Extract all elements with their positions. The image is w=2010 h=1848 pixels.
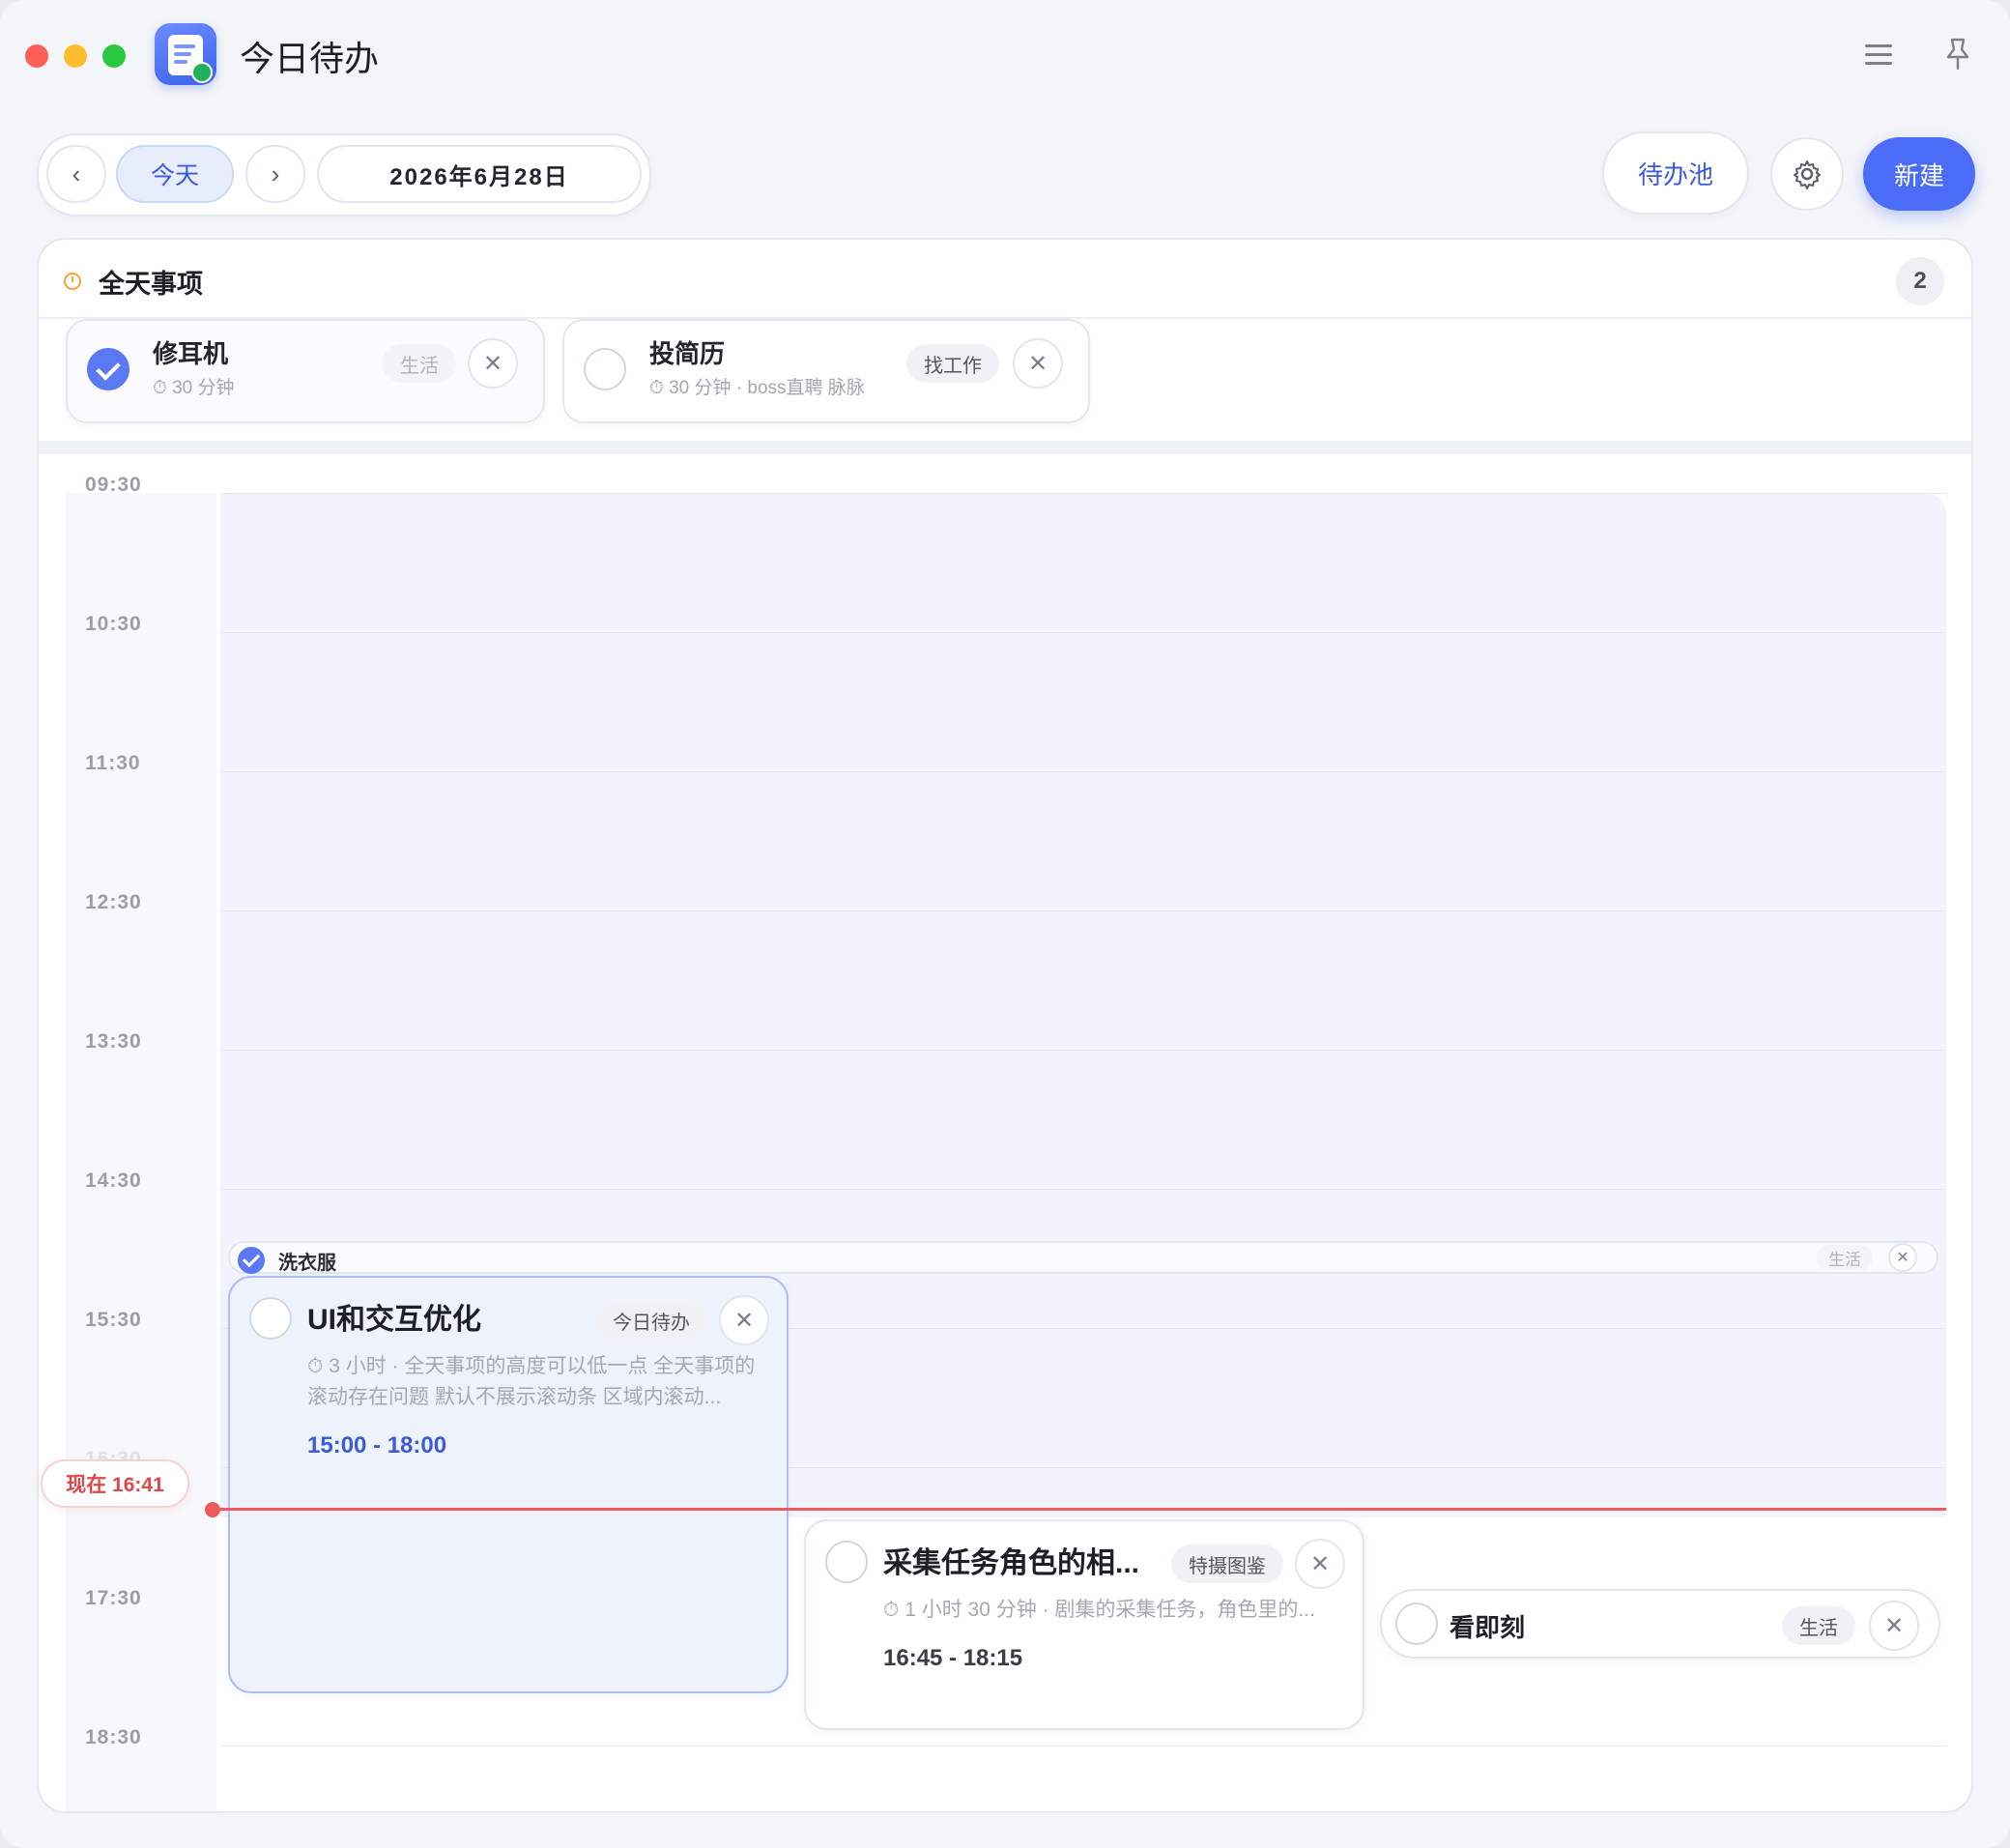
settings-button[interactable]: [1770, 137, 1844, 211]
time-gutter: [66, 493, 216, 1811]
task-checkbox[interactable]: [87, 348, 129, 390]
timeline-event[interactable]: 采集任务角色的相... 特摄图鉴 ✕ ⏱ 1 小时 30 分钟 · 剧集的采集任…: [804, 1519, 1364, 1730]
event-time: 15:00 - 18:00: [307, 1432, 447, 1458]
gear-icon: [1794, 160, 1821, 189]
task-title: 投简历: [649, 339, 726, 368]
timeline: 09:30 10:30 11:30 12:30 13:30 14:30 15:3…: [39, 454, 1971, 1811]
hour-label: 14:30: [85, 1169, 142, 1192]
event-tag[interactable]: 今日待办: [595, 1301, 707, 1340]
event-title: UI和交互优化: [307, 1304, 481, 1336]
app-title: 今日待办: [240, 39, 380, 78]
event-title: 采集任务角色的相...: [883, 1547, 1140, 1579]
event-title: 看即刻: [1450, 1613, 1526, 1642]
close-window-button[interactable]: [25, 44, 48, 68]
hour-label: 10:30: [85, 613, 142, 635]
task-checkbox[interactable]: [238, 1247, 265, 1274]
allday-item[interactable]: 投简历 ⏱ 30 分钟 · boss直聘 脉脉 找工作 ✕: [562, 319, 1090, 423]
hour-label: 18:30: [85, 1726, 142, 1748]
allday-title: 全天事项: [99, 270, 203, 299]
hour-label: 13:30: [85, 1030, 142, 1053]
event-tag[interactable]: 生活: [1782, 1606, 1855, 1645]
zoom-window-button[interactable]: [102, 44, 126, 68]
task-meta: ⏱ 30 分钟: [153, 378, 235, 398]
task-tag[interactable]: 找工作: [906, 344, 999, 383]
prev-day-button[interactable]: ‹: [46, 145, 106, 203]
clock-icon: [64, 273, 81, 290]
section-divider: [39, 441, 1971, 454]
event-tag[interactable]: 特摄图鉴: [1171, 1545, 1283, 1583]
close-icon[interactable]: ✕: [1869, 1601, 1919, 1651]
task-checkbox[interactable]: [1395, 1603, 1438, 1645]
app-window: 今日待办 ‹ 今天 › 2026年6月28日 待办池 新建 全天事项 2 修耳机…: [0, 0, 2010, 1848]
close-icon[interactable]: ✕: [1888, 1243, 1917, 1272]
close-icon[interactable]: ✕: [1295, 1539, 1345, 1589]
now-indicator-line: [207, 1508, 1946, 1511]
event-time: 16:45 - 18:15: [883, 1645, 1023, 1671]
hour-label: 15:30: [85, 1309, 142, 1331]
date-navigation: ‹ 今天 › 2026年6月28日: [37, 133, 651, 217]
schedule-card: 全天事项 2 修耳机 ⏱ 30 分钟 生活 ✕ 投简历 ⏱ 30 分钟 · bo…: [37, 238, 1973, 1813]
allday-count-badge: 2: [1896, 257, 1944, 305]
event-meta: ⏱ 3 小时 · 全天事项的高度可以低一点 全天事项的滚动存在问题 默认不展示滚…: [307, 1355, 756, 1408]
timeline-event[interactable]: UI和交互优化 今日待办 ✕ ⏱ 3 小时 · 全天事项的高度可以低一点 全天事…: [228, 1276, 789, 1693]
task-tag[interactable]: 生活: [1817, 1245, 1873, 1270]
close-icon[interactable]: ✕: [719, 1295, 769, 1345]
timeline-item-band[interactable]: 洗衣服 生活 ✕: [228, 1241, 1938, 1274]
task-checkbox[interactable]: [825, 1541, 868, 1583]
minimize-window-button[interactable]: [64, 44, 87, 68]
today-button[interactable]: 今天: [116, 145, 234, 203]
menu-icon[interactable]: [1865, 43, 1894, 66]
todo-pool-button[interactable]: 待办池: [1602, 131, 1749, 215]
now-time-badge: 现在 16:41: [41, 1459, 189, 1508]
allday-item[interactable]: 修耳机 ⏱ 30 分钟 生活 ✕: [66, 319, 545, 423]
timeline-event[interactable]: 看即刻 生活 ✕: [1380, 1589, 1940, 1659]
hour-label: 17:30: [85, 1587, 142, 1609]
task-checkbox[interactable]: [584, 348, 626, 390]
task-checkbox[interactable]: [249, 1297, 292, 1340]
task-meta: ⏱ 30 分钟 · boss直聘 脉脉: [649, 378, 865, 398]
hour-label: 09:30: [85, 474, 142, 496]
event-meta: ⏱ 1 小时 30 分钟 · 剧集的采集任务，角色里的...: [883, 1599, 1315, 1621]
hour-label: 11:30: [85, 752, 141, 774]
new-todo-button[interactable]: 新建: [1863, 137, 1975, 211]
close-icon[interactable]: ✕: [468, 338, 518, 389]
allday-list: 修耳机 ⏱ 30 分钟 生活 ✕ 投简历 ⏱ 30 分钟 · boss直聘 脉脉…: [39, 317, 1971, 441]
close-icon[interactable]: ✕: [1013, 338, 1063, 389]
pin-icon[interactable]: [1942, 37, 1973, 72]
hour-label: 12:30: [85, 891, 142, 913]
allday-header: 全天事项 2: [39, 240, 1971, 319]
now-indicator-dot: [205, 1502, 220, 1517]
app-logo-icon: [155, 23, 216, 85]
title-bar: 今日待办: [0, 0, 2010, 108]
next-day-button[interactable]: ›: [245, 145, 305, 203]
task-tag[interactable]: 生活: [383, 344, 456, 383]
task-title: 修耳机: [153, 339, 229, 368]
date-picker-button[interactable]: 2026年6月28日: [317, 145, 642, 203]
task-title: 洗衣服: [278, 1253, 336, 1274]
